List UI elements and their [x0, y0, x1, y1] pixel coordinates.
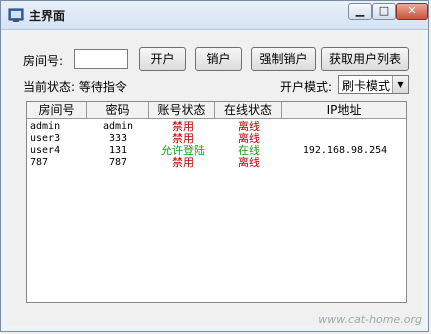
minimize-icon: ▁ [355, 4, 365, 17]
room-label: 房间号: [23, 54, 64, 68]
table-row[interactable]: 787 787 禁用 离线 [27, 157, 406, 169]
chevron-down-icon[interactable]: ▼ [392, 76, 408, 93]
header-ip[interactable]: IP地址 [282, 102, 406, 119]
room-input[interactable] [74, 49, 128, 69]
mode-select[interactable]: 刷卡模式 ▼ [338, 75, 409, 94]
app-icon [8, 8, 24, 22]
form-body: 房间号: 开户 销户 强制销户 获取用户列表 当前状态: 等待指令 开户模式: … [8, 31, 423, 326]
cell-account-status: 禁用 [172, 156, 194, 169]
cell-ip [284, 157, 406, 169]
main-window: 主界面 ▁ □ ✕ 房间号: 开户 销户 强制销户 获取用户列表 当前状态: 等… [0, 0, 429, 332]
close-button[interactable]: ✕ [396, 3, 428, 20]
cell-password: 131 [108, 145, 128, 156]
header-account-status[interactable]: 账号状态 [149, 102, 215, 119]
watermark-text: www.cat-home.org [318, 313, 422, 326]
window-title: 主界面 [29, 9, 66, 23]
cell-password: admin [102, 121, 134, 132]
minimize-button[interactable]: ▁ [348, 3, 372, 20]
table-row[interactable]: user3 333 禁用 离线 [27, 133, 406, 145]
table-header: 房间号 密码 账号状态 在线状态 IP地址 [27, 102, 406, 119]
open-account-button[interactable]: 开户 [139, 47, 186, 71]
header-online-status[interactable]: 在线状态 [215, 102, 282, 119]
cell-room: 787 [30, 157, 49, 168]
title-bar[interactable]: 主界面 ▁ □ ✕ [1, 1, 428, 30]
cell-room: user4 [30, 145, 61, 156]
table-row[interactable]: admin admin 禁用 离线 [27, 121, 406, 133]
maximize-button[interactable]: □ [372, 3, 396, 20]
cell-password: 333 [108, 133, 128, 144]
table-row[interactable]: user4 131 允许登陆 在线 192.168.98.254 [27, 145, 406, 157]
close-account-button[interactable]: 销户 [195, 47, 242, 71]
cell-room: user3 [30, 133, 61, 144]
cell-ip: 192.168.98.254 [302, 145, 388, 156]
cell-online-status: 离线 [238, 156, 260, 169]
maximize-icon: □ [378, 4, 390, 17]
user-table[interactable]: 房间号 密码 账号状态 在线状态 IP地址 admin admin 禁用 离线 … [26, 101, 407, 303]
status-text: 当前状态: 等待指令 [23, 80, 127, 94]
cell-password: 787 [108, 157, 128, 168]
close-icon: ✕ [407, 4, 417, 17]
mode-label: 开户模式: [280, 80, 333, 94]
mode-select-value: 刷卡模式 [342, 79, 391, 93]
cell-room: admin [30, 121, 61, 132]
cell-ip [284, 121, 406, 133]
header-password[interactable]: 密码 [87, 102, 149, 119]
header-room[interactable]: 房间号 [27, 102, 87, 119]
get-user-list-button[interactable]: 获取用户列表 [321, 47, 409, 71]
force-close-account-button[interactable]: 强制销户 [251, 47, 316, 71]
cell-ip [284, 133, 406, 145]
